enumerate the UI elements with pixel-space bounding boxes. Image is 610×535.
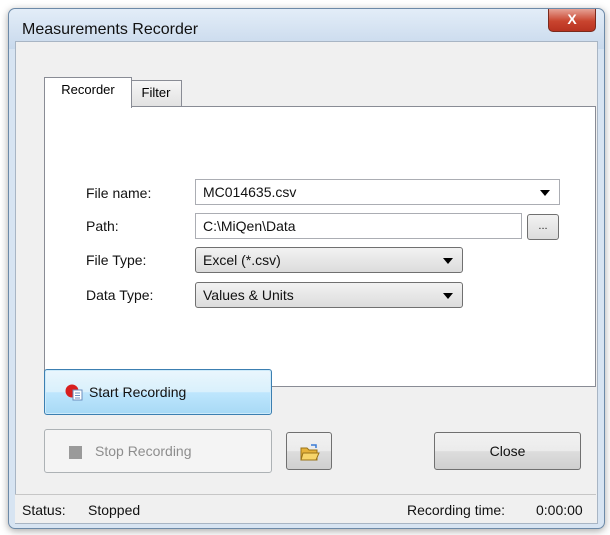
window-title: Measurements Recorder [22,21,199,38]
file-name-label: File name: [86,185,152,201]
file-name-value: MC014635.csv [203,184,297,200]
tab-recorder-label: Recorder [61,82,115,97]
start-recording-button[interactable]: Start Recording [44,369,272,415]
browse-path-label: ... [538,220,548,232]
chevron-down-icon [443,258,453,264]
stop-recording-button[interactable]: Stop Recording [44,429,272,473]
dialog-client-area: Recorder Filter File name: MC014635.csv … [15,41,598,524]
tab-recorder[interactable]: Recorder [44,77,132,108]
recorder-tab-panel: File name: MC014635.csv Path: C:\MiQen\D… [44,106,596,387]
browse-path-button[interactable]: ... [527,214,559,240]
data-type-select[interactable]: Values & Units [195,282,463,308]
file-name-combo[interactable]: MC014635.csv [195,179,560,205]
folder-open-icon [300,444,320,461]
recording-time-label: Recording time: [407,502,506,518]
close-icon: X [567,11,577,27]
open-folder-button[interactable] [286,432,332,470]
chevron-down-icon [443,293,453,299]
path-field[interactable]: C:\MiQen\Data [195,213,522,239]
start-recording-label: Start Recording [89,384,187,400]
tab-filter-label: Filter [141,85,171,100]
tab-filter[interactable]: Filter [130,80,182,107]
status-label: Status: [22,502,66,518]
window-close-button[interactable]: X [548,9,596,32]
file-type-label: File Type: [86,252,147,268]
file-type-value: Excel (*.csv) [203,252,281,268]
close-button-label: Close [489,443,526,459]
data-type-label: Data Type: [86,287,154,303]
close-button[interactable]: Close [434,432,581,470]
record-icon [65,384,83,401]
stop-icon [69,446,82,459]
recording-time-value: 0:00:00 [536,502,583,518]
status-value: Stopped [88,502,141,518]
file-type-select[interactable]: Excel (*.csv) [195,247,463,273]
stop-recording-label: Stop Recording [95,443,192,459]
data-type-value: Values & Units [203,287,294,303]
dialog-window: Measurements Recorder X Recorder Filter … [8,8,605,529]
path-label: Path: [86,218,119,234]
status-bar: Status: Stopped Recording time: 0:00:00 [15,494,596,523]
path-value: C:\MiQen\Data [203,218,296,234]
chevron-down-icon [540,190,550,196]
